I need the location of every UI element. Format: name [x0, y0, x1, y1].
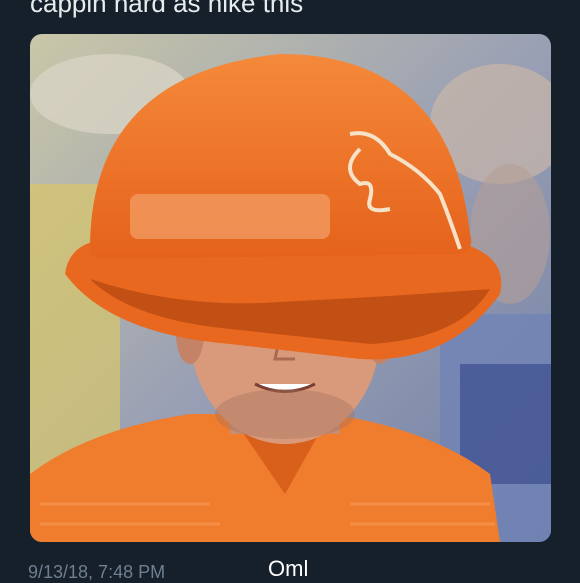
- photo-illustration: [30, 34, 551, 542]
- tweet-photo[interactable]: [30, 34, 551, 542]
- tweet-text: cappin hard as hike this: [30, 0, 304, 18]
- caption-overlay: Oml: [268, 556, 309, 581]
